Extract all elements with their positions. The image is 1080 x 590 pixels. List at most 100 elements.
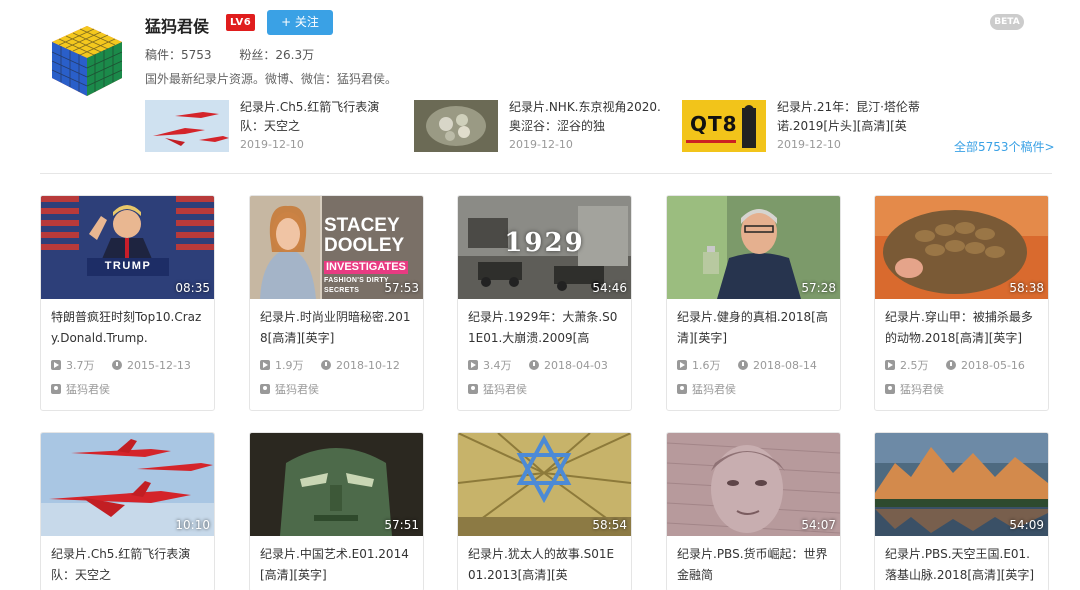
clock-icon <box>946 360 956 370</box>
video-card[interactable]: 54:09 纪录片.PBS.天空王国.E01.落基山脉.2018[高清][英字] <box>874 432 1049 590</box>
upload-date: 2018-05-16 <box>961 359 1025 372</box>
video-title[interactable]: 纪录片.穿山甲：被捕杀最多的动物.2018[高清][英字] <box>885 307 1038 349</box>
video-card[interactable]: TRUMP 08:35 特朗普疯狂时刻Top10.Crazy.Donald.Tr… <box>40 195 215 411</box>
video-meta: 1.9万 2018-10-12 <box>260 357 413 373</box>
upload-date: 2018-04-03 <box>544 359 608 372</box>
upload-date: 2018-10-12 <box>336 359 400 372</box>
video-title[interactable]: 纪录片.Ch5.红箭飞行表演队：天空之 <box>51 544 204 586</box>
video-thumbnail[interactable]: 58:38 <box>875 196 1048 299</box>
video-title[interactable]: 纪录片.健身的真相.2018[高清][英字] <box>677 307 830 349</box>
year-1929-text: 1929 <box>504 228 585 258</box>
video-thumbnail[interactable]: 54:09 <box>875 433 1048 536</box>
upload-date: 2015-12-13 <box>127 359 191 372</box>
video-card[interactable]: 58:38 纪录片.穿山甲：被捕杀最多的动物.2018[高清][英字] 2.5万… <box>874 195 1049 411</box>
thumb-line-1: STACEY <box>324 215 400 236</box>
recent-video[interactable]: QT8 纪录片.21年：昆汀·塔伦蒂诺.2019[片头][高清][英 2019-… <box>682 98 932 158</box>
video-card[interactable]: 57:28 纪录片.健身的真相.2018[高清][英字] 1.6万 2018-0… <box>666 195 841 411</box>
video-thumbnail[interactable]: 58:54 <box>458 433 631 536</box>
level-badge: LV6 <box>226 14 256 31</box>
play-count-icon <box>677 360 687 370</box>
play-count-icon <box>51 360 61 370</box>
divider <box>40 173 1052 174</box>
recent-video[interactable]: 纪录片.NHK.东京视角2020.奥涩谷：涩谷的独 2019-12-10 <box>414 98 664 158</box>
recent-title[interactable]: 纪录片.21年：昆汀·塔伦蒂诺.2019[片头][高清][英 <box>777 98 937 136</box>
recent-title[interactable]: 纪录片.NHK.东京视角2020.奥涩谷：涩谷的独 <box>509 98 669 136</box>
video-duration: 58:54 <box>592 518 627 532</box>
video-card[interactable]: 57:51 纪录片.中国艺术.E01.2014[高清][英字] <box>249 432 424 590</box>
video-card[interactable]: 10:10 纪录片.Ch5.红箭飞行表演队：天空之 <box>40 432 215 590</box>
video-title[interactable]: 纪录片.中国艺术.E01.2014[高清][英字] <box>260 544 413 586</box>
video-title[interactable]: 特朗普疯狂时刻Top10.Crazy.Donald.Trump. <box>51 307 204 349</box>
user-icon <box>885 384 895 394</box>
author-name[interactable]: 猛犸君侯 <box>900 383 944 396</box>
recent-video[interactable]: 纪录片.Ch5.红箭飞行表演队：天空之 2019-12-10 <box>145 98 395 158</box>
author-name[interactable]: 猛犸君侯 <box>483 383 527 396</box>
user-icon <box>260 384 270 394</box>
video-duration: 54:07 <box>801 518 836 532</box>
uploader-description: 国外最新纪录片资源。微博、微信：猛犸君侯。 <box>145 72 398 86</box>
video-meta: 2.5万 2018-05-16 <box>885 357 1038 373</box>
thumb-line-2: DOOLEY <box>324 235 405 256</box>
recent-thumbnail[interactable] <box>414 100 498 152</box>
video-author[interactable]: 猛犸君侯 <box>260 381 413 397</box>
video-author[interactable]: 猛犸君侯 <box>468 381 621 397</box>
play-count-icon <box>885 360 895 370</box>
video-thumbnail[interactable]: 10:10 <box>41 433 214 536</box>
video-card[interactable]: 58:54 纪录片.犹太人的故事.S01E01.2013[高清][英 <box>457 432 632 590</box>
view-count: 3.4万 <box>483 359 512 372</box>
beta-badge: BETA <box>990 14 1024 30</box>
upload-date: 2018-08-14 <box>753 359 817 372</box>
recent-thumbnail[interactable]: QT8 <box>682 100 766 152</box>
uploader-stats: 稿件：5753 粉丝：26.3万 <box>145 46 338 63</box>
author-name[interactable]: 猛犸君侯 <box>692 383 736 396</box>
video-author[interactable]: 猛犸君侯 <box>885 381 1038 397</box>
play-count-icon <box>468 360 478 370</box>
video-author[interactable]: 猛犸君侯 <box>677 381 830 397</box>
video-duration: 57:53 <box>384 281 419 295</box>
video-thumbnail[interactable]: 54:07 <box>667 433 840 536</box>
uploader-name[interactable]: 猛犸君侯 <box>145 13 209 37</box>
recent-date: 2019-12-10 <box>509 138 573 151</box>
fan-count: 粉丝：26.3万 <box>239 48 315 62</box>
video-title[interactable]: 纪录片.1929年：大萧条.S01E01.大崩溃.2009[高 <box>468 307 621 349</box>
video-thumbnail[interactable]: STACEY DOOLEY INVESTIGATES FASHION'S DIR… <box>250 196 423 299</box>
follow-button[interactable]: + 关注 <box>267 10 333 35</box>
clock-icon <box>112 360 122 370</box>
recent-date: 2019-12-10 <box>240 138 304 151</box>
video-title[interactable]: 纪录片.PBS.天空王国.E01.落基山脉.2018[高清][英字] <box>885 544 1038 586</box>
video-thumbnail[interactable]: TRUMP 08:35 <box>41 196 214 299</box>
video-meta: 3.4万 2018-04-03 <box>468 357 621 373</box>
recent-thumbnail[interactable] <box>145 100 229 152</box>
video-meta: 3.7万 2015-12-13 <box>51 357 204 373</box>
video-card[interactable]: 54:07 纪录片.PBS.货币崛起：世界金融简 <box>666 432 841 590</box>
all-videos-link[interactable]: 全部5753个稿件> <box>954 138 1055 155</box>
video-count: 稿件：5753 <box>145 48 212 62</box>
view-count: 2.5万 <box>900 359 929 372</box>
video-duration: 58:38 <box>1009 281 1044 295</box>
author-name[interactable]: 猛犸君侯 <box>66 383 110 396</box>
clock-icon <box>738 360 748 370</box>
video-card[interactable]: STACEY DOOLEY INVESTIGATES FASHION'S DIR… <box>249 195 424 411</box>
video-title[interactable]: 纪录片.PBS.货币崛起：世界金融简 <box>677 544 830 586</box>
author-name[interactable]: 猛犸君侯 <box>275 383 319 396</box>
video-duration: 10:10 <box>175 518 210 532</box>
clock-icon <box>529 360 539 370</box>
view-count: 3.7万 <box>66 359 95 372</box>
user-icon <box>677 384 687 394</box>
video-duration: 57:28 <box>801 281 836 295</box>
recent-title[interactable]: 纪录片.Ch5.红箭飞行表演队：天空之 <box>240 98 400 136</box>
user-icon <box>51 384 61 394</box>
video-thumbnail[interactable]: 57:51 <box>250 433 423 536</box>
video-thumbnail[interactable]: 1929 54:46 <box>458 196 631 299</box>
trump-banner-text: TRUMP <box>104 260 152 272</box>
video-thumbnail[interactable]: 57:28 <box>667 196 840 299</box>
video-card[interactable]: 1929 54:46 纪录片.1929年：大萧条.S01E01.大崩溃.2009… <box>457 195 632 411</box>
video-duration: 54:09 <box>1009 518 1044 532</box>
video-author[interactable]: 猛犸君侯 <box>51 381 204 397</box>
video-title[interactable]: 纪录片.犹太人的故事.S01E01.2013[高清][英 <box>468 544 621 586</box>
video-meta: 1.6万 2018-08-14 <box>677 357 830 373</box>
video-title[interactable]: 纪录片.时尚业阴暗秘密.2018[高清][英字] <box>260 307 413 349</box>
thumb-line-3: INVESTIGATES <box>324 261 408 274</box>
user-icon <box>468 384 478 394</box>
avatar[interactable] <box>42 12 132 102</box>
